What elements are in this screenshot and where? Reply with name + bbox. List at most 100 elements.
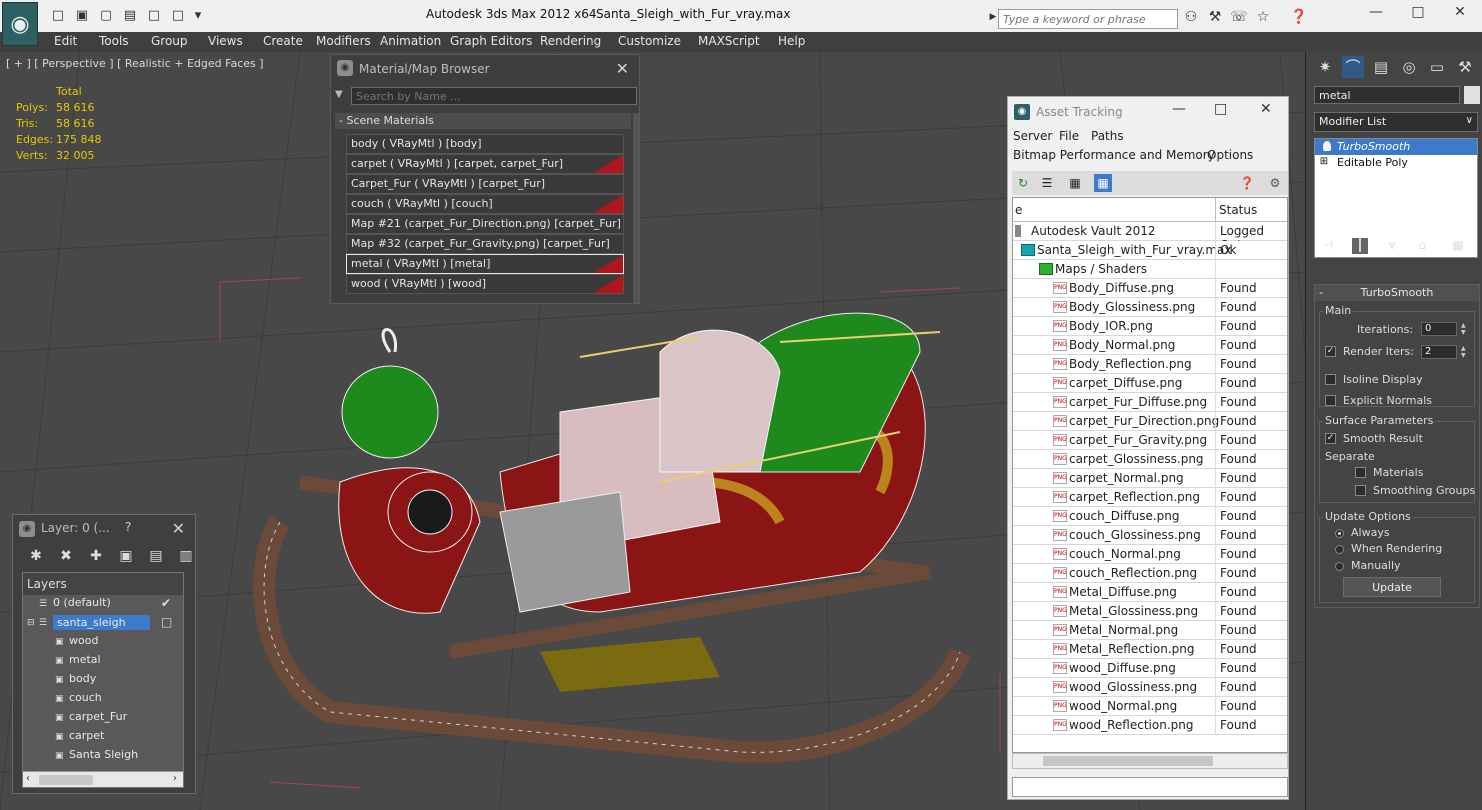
create-layer-icon[interactable]: ✱ xyxy=(27,547,45,565)
table-row[interactable]: PNG carpet_Diffuse.png Found xyxy=(1013,374,1287,393)
materials-checkbox[interactable] xyxy=(1355,467,1366,478)
menu-graph-editors[interactable]: Graph Editors xyxy=(450,34,532,48)
minimize-icon[interactable]: — xyxy=(1356,4,1396,24)
redo-icon[interactable]: □ xyxy=(146,8,162,24)
subscription-icon[interactable]: ⚒ xyxy=(1206,8,1224,26)
viewport-label[interactable]: [ + ] [ Perspective ] [ Realistic + Edge… xyxy=(6,57,264,70)
menu-options[interactable]: Options xyxy=(1207,148,1253,162)
close-icon[interactable]: ✕ xyxy=(1260,101,1272,117)
remove-modifier-icon[interactable]: ⌂ xyxy=(1414,238,1430,254)
table-row[interactable]: PNG carpet_Fur_Direction.png Found xyxy=(1013,412,1287,431)
rollout-header[interactable]: - TurboSmooth xyxy=(1315,285,1479,301)
material-item[interactable]: body ( VRayMtl ) [body] xyxy=(346,134,624,154)
thumbnail-view-icon[interactable]: ▦ xyxy=(1066,174,1084,192)
menu-animation[interactable]: Animation xyxy=(380,34,441,48)
modifier-list-dropdown[interactable]: Modifier List ∨ xyxy=(1314,112,1478,132)
always-radio[interactable] xyxy=(1335,529,1344,538)
binoculars-icon[interactable]: ⚇ xyxy=(1182,8,1200,26)
column-header-status[interactable]: Status xyxy=(1219,203,1257,217)
menu-server[interactable]: Server xyxy=(1013,129,1052,143)
menu-modifiers[interactable]: Modifiers xyxy=(316,34,371,48)
settings-icon[interactable]: ⚙ xyxy=(1266,174,1284,192)
column-header-layers[interactable]: Layers xyxy=(23,573,183,595)
layer-row[interactable]: ▣ carpet_Fur xyxy=(23,709,183,728)
layer-row[interactable]: ▣ Santa Sleigh xyxy=(23,747,183,766)
highlight-layer-icon[interactable]: ▤ xyxy=(147,547,165,565)
table-row[interactable]: PNG Metal_Reflection.png Found xyxy=(1013,640,1287,659)
when-rendering-radio[interactable] xyxy=(1335,545,1344,554)
close-icon[interactable]: ✕ xyxy=(1440,4,1480,24)
table-row[interactable]: PNG Metal_Normal.png Found xyxy=(1013,621,1287,640)
table-row[interactable]: PNG Body_IOR.png Found xyxy=(1013,317,1287,336)
refresh-icon[interactable]: ↻ xyxy=(1014,174,1032,192)
maximize-icon[interactable]: □ xyxy=(1398,4,1438,24)
stack-item-editable-poly[interactable]: ⊞ Editable Poly xyxy=(1315,155,1477,171)
layer-row[interactable]: ▣ wood xyxy=(23,633,183,652)
table-row[interactable]: PNG wood_Normal.png Found xyxy=(1013,697,1287,716)
table-row[interactable]: Autodesk Vault 2012Logged Out xyxy=(1013,222,1287,252)
motion-tab-icon[interactable]: ◎ xyxy=(1398,56,1420,78)
hierarchy-tab-icon[interactable]: ▤ xyxy=(1370,56,1392,78)
configure-sets-icon[interactable]: ▦ xyxy=(1450,238,1466,254)
object-name-field[interactable] xyxy=(1314,86,1460,104)
current-layer-check-icon[interactable]: ✔ xyxy=(161,596,171,610)
table-row[interactable]: PNG wood_Glossiness.png Found xyxy=(1013,678,1287,697)
table-row[interactable]: PNG Body_Normal.png Found xyxy=(1013,336,1287,355)
horizontal-scrollbar[interactable] xyxy=(1012,753,1288,769)
smoothing-groups-checkbox[interactable] xyxy=(1355,485,1366,496)
communication-center-icon[interactable]: ☏ xyxy=(1230,8,1248,26)
max-logo-icon[interactable]: ◉ xyxy=(2,2,38,46)
add-to-layer-icon[interactable]: ✚ xyxy=(87,547,105,565)
material-item[interactable]: Map #21 (carpet_Fur_Direction.png) [carp… xyxy=(346,214,624,234)
table-row[interactable]: PNG couch_Reflection.png Found xyxy=(1013,564,1287,583)
material-item[interactable]: Map #32 (carpet_Fur_Gravity.png) [carpet… xyxy=(346,234,624,254)
table-row[interactable]: PNG Metal_Diffuse.png Found xyxy=(1013,583,1287,602)
object-color-swatch[interactable] xyxy=(1464,86,1480,104)
material-item[interactable]: wood ( VRayMtl ) [wood] xyxy=(346,274,624,294)
minimize-icon[interactable]: — xyxy=(1172,101,1186,117)
update-button[interactable]: Update xyxy=(1343,577,1441,597)
undo-icon[interactable]: ▢ xyxy=(98,8,114,24)
layer-row-selected[interactable]: ⊟ ☰ santa_sleigh □ xyxy=(23,614,183,633)
keyword-search-input[interactable] xyxy=(998,9,1178,29)
menu-group[interactable]: Group xyxy=(151,34,188,48)
menu-edit[interactable]: Edit xyxy=(54,34,77,48)
create-tab-icon[interactable]: ✷ xyxy=(1314,56,1336,78)
delete-layer-icon[interactable]: ✖ xyxy=(57,547,75,565)
spinner-arrows-icon[interactable]: ▲ ▼ xyxy=(1461,322,1469,336)
layer-row[interactable]: ☰ 0 (default) ✔ xyxy=(23,595,183,614)
menu-create[interactable]: Create xyxy=(263,34,303,48)
list-view-icon[interactable]: ☰ xyxy=(1038,174,1056,192)
table-row[interactable]: PNG carpet_Normal.png Found xyxy=(1013,469,1287,488)
project-folder-icon[interactable]: □ xyxy=(170,8,186,24)
close-icon[interactable]: ✕ xyxy=(172,519,185,538)
scroll-left-icon[interactable]: ‹ xyxy=(26,773,30,784)
table-row[interactable]: PNG wood_Reflection.png Found xyxy=(1013,716,1287,735)
explicit-normals-checkbox[interactable] xyxy=(1325,395,1336,406)
table-row[interactable]: PNG Body_Reflection.png Found xyxy=(1013,355,1287,374)
material-item[interactable]: couch ( VRayMtl ) [couch] xyxy=(346,194,624,214)
select-objects-icon[interactable]: ▣ xyxy=(117,547,135,565)
scrollbar-thumb[interactable] xyxy=(39,775,93,785)
spinner-arrows-icon[interactable]: ▲ ▼ xyxy=(1461,345,1469,359)
quick-access-dropdown-icon[interactable]: ▾ xyxy=(190,8,206,24)
menu-rendering[interactable]: Rendering xyxy=(540,34,601,48)
table-row[interactable]: Santa_Sleigh_with_Fur_vray.max Ok xyxy=(1013,241,1287,260)
collapse-icon[interactable]: ⊟ xyxy=(27,618,37,628)
render-iters-spinner[interactable]: 2 xyxy=(1421,345,1457,359)
layer-row[interactable]: ▣ carpet xyxy=(23,728,183,747)
horizontal-scrollbar[interactable]: ‹ › xyxy=(23,771,183,787)
manually-radio[interactable] xyxy=(1335,562,1344,571)
expand-icon[interactable]: ⊞ xyxy=(1319,156,1329,167)
table-row[interactable]: PNG Metal_Glossiness.png Found xyxy=(1013,602,1287,621)
isoline-display-checkbox[interactable] xyxy=(1325,374,1336,385)
table-row[interactable]: PNG wood_Diffuse.png Found xyxy=(1013,659,1287,678)
column-header-name[interactable]: e xyxy=(1015,203,1022,217)
layer-row[interactable]: ▣ metal xyxy=(23,652,183,671)
menu-views[interactable]: Views xyxy=(208,34,243,48)
menu-maxscript[interactable]: MAXScript xyxy=(698,34,760,48)
menu-file[interactable]: File xyxy=(1059,129,1079,143)
table-row[interactable]: PNG carpet_Fur_Gravity.png Found xyxy=(1013,431,1287,450)
scene-materials-group[interactable]: - Scene Materials xyxy=(335,113,631,129)
hide-all-icon[interactable]: ▥ xyxy=(177,547,195,565)
